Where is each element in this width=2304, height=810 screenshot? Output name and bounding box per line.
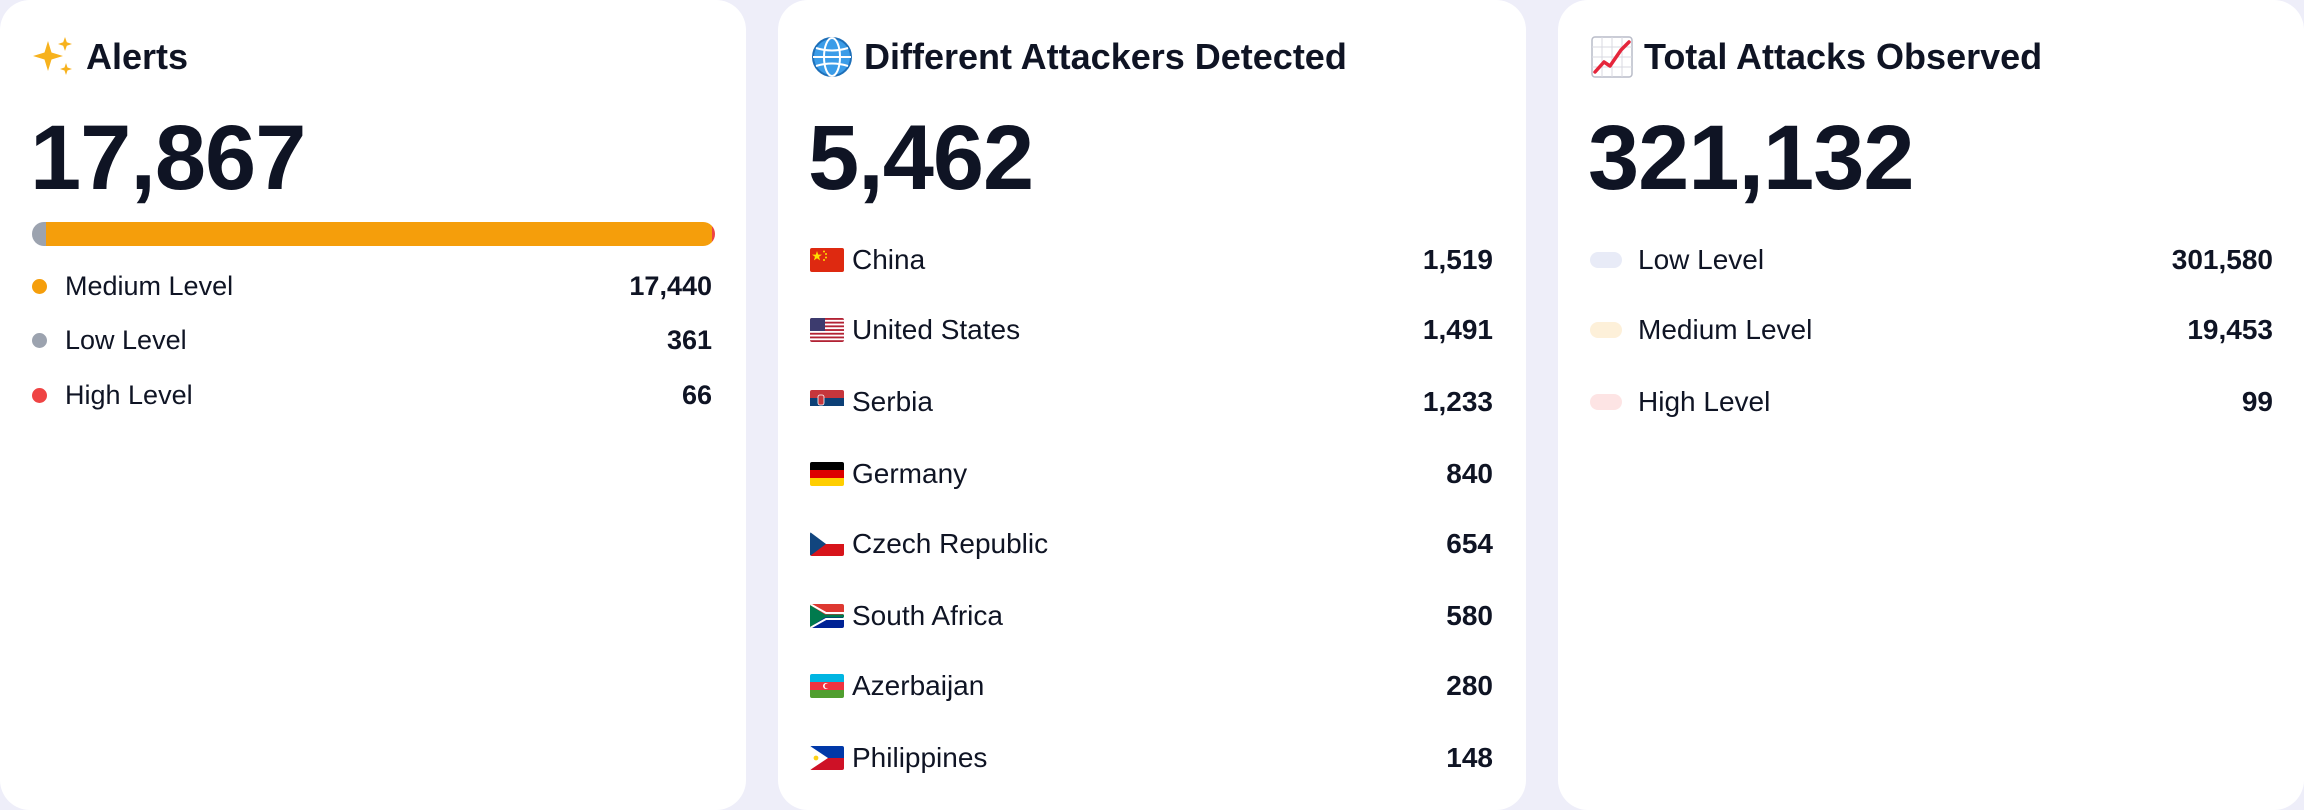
alerts-row-label: Medium Level [65,270,234,301]
alerts-row-value: 66 [681,379,712,410]
country-count: 148 [1446,742,1493,773]
alerts-row-label: High Level [65,379,193,410]
alerts-row-high: High Level 66 [32,375,712,415]
attacks-row-medium: Medium Level 19,453 [1590,308,2273,352]
attacks-row-value: 301,580 [2171,244,2273,275]
attacks-row-label: Medium Level [1638,314,1813,345]
low-level-indicator-icon [1590,252,1622,268]
country-count: 1,519 [1422,244,1493,275]
globe-icon [810,35,854,79]
country-row-serbia: Serbia 1,233 [810,380,1493,424]
country-name: China [852,244,926,275]
country-name: Czech Republic [852,528,1049,559]
alerts-bar-medium-segment [45,222,713,246]
country-name: United States [852,314,1021,345]
attackers-title: Different Attackers Detected [810,32,1347,82]
country-count: 280 [1446,670,1493,701]
attackers-card: Different Attackers Detected 5,462 China… [778,0,1526,810]
united-states-flag-icon [810,318,844,342]
alerts-row-label: Low Level [65,324,187,355]
sparkles-icon [32,35,76,79]
high-dot-icon [32,387,47,403]
alerts-row-value: 361 [666,324,712,355]
country-row-czech-republic: Czech Republic 654 [810,522,1493,566]
country-row-south-africa: South Africa 580 [810,594,1493,638]
country-row-azerbaijan: Azerbaijan 280 [810,664,1493,708]
attacks-title-text: Total Attacks Observed [1644,36,2043,77]
low-dot-icon [32,332,47,348]
serbia-flag-icon [810,390,844,414]
country-name: Germany [852,458,968,489]
country-row-china: China 1,519 [810,238,1493,282]
country-name: South Africa [852,600,1003,631]
alerts-row-low: Low Level 361 [32,320,712,360]
country-row-united-states: United States 1,491 [810,308,1493,352]
medium-level-indicator-icon [1590,322,1622,338]
alerts-title: Alerts [32,32,188,82]
alerts-row-medium: Medium Level 17,440 [32,266,712,306]
alerts-title-text: Alerts [86,36,189,77]
attacks-row-value: 99 [2241,386,2273,417]
high-level-indicator-icon [1590,394,1622,410]
country-count: 1,491 [1422,314,1493,345]
country-row-philippines: Philippines 148 [810,736,1493,780]
south-africa-flag-icon [810,604,844,628]
country-count: 1,233 [1422,386,1493,417]
country-count: 580 [1446,600,1493,631]
philippines-flag-icon [810,746,844,770]
attacks-row-high: High Level 99 [1590,380,2273,424]
alerts-bar-high-segment [712,222,715,246]
alerts-bar-low-segment [32,222,46,246]
alerts-card: Alerts 17,867 Medium Level 17,440 Low Le… [0,0,746,810]
attacks-card: Total Attacks Observed 321,132 Low Level… [1558,0,2304,810]
czech-republic-flag-icon [810,532,844,556]
country-name: Azerbaijan [852,670,985,701]
attackers-title-text: Different Attackers Detected [864,36,1347,77]
germany-flag-icon [810,462,844,486]
alerts-total: 17,867 [30,107,306,209]
attacks-row-label: Low Level [1638,244,1765,275]
country-count: 654 [1446,528,1493,559]
attacks-title: Total Attacks Observed [1590,32,2042,82]
attacks-row-low: Low Level 301,580 [1590,238,2273,282]
azerbaijan-flag-icon [810,674,844,698]
alerts-row-value: 17,440 [629,270,712,301]
country-count: 840 [1446,458,1493,489]
medium-dot-icon [32,278,47,294]
attacks-total: 321,132 [1588,107,1915,209]
attacks-row-value: 19,453 [2187,314,2273,345]
attackers-total: 5,462 [808,107,1034,209]
country-name: Serbia [852,386,933,417]
country-row-germany: Germany 840 [810,452,1493,496]
alerts-level-bar [32,222,715,246]
country-name: Philippines [852,742,988,773]
china-flag-icon [810,248,844,272]
chart-increasing-icon [1590,35,1634,79]
attacks-row-label: High Level [1638,386,1771,417]
